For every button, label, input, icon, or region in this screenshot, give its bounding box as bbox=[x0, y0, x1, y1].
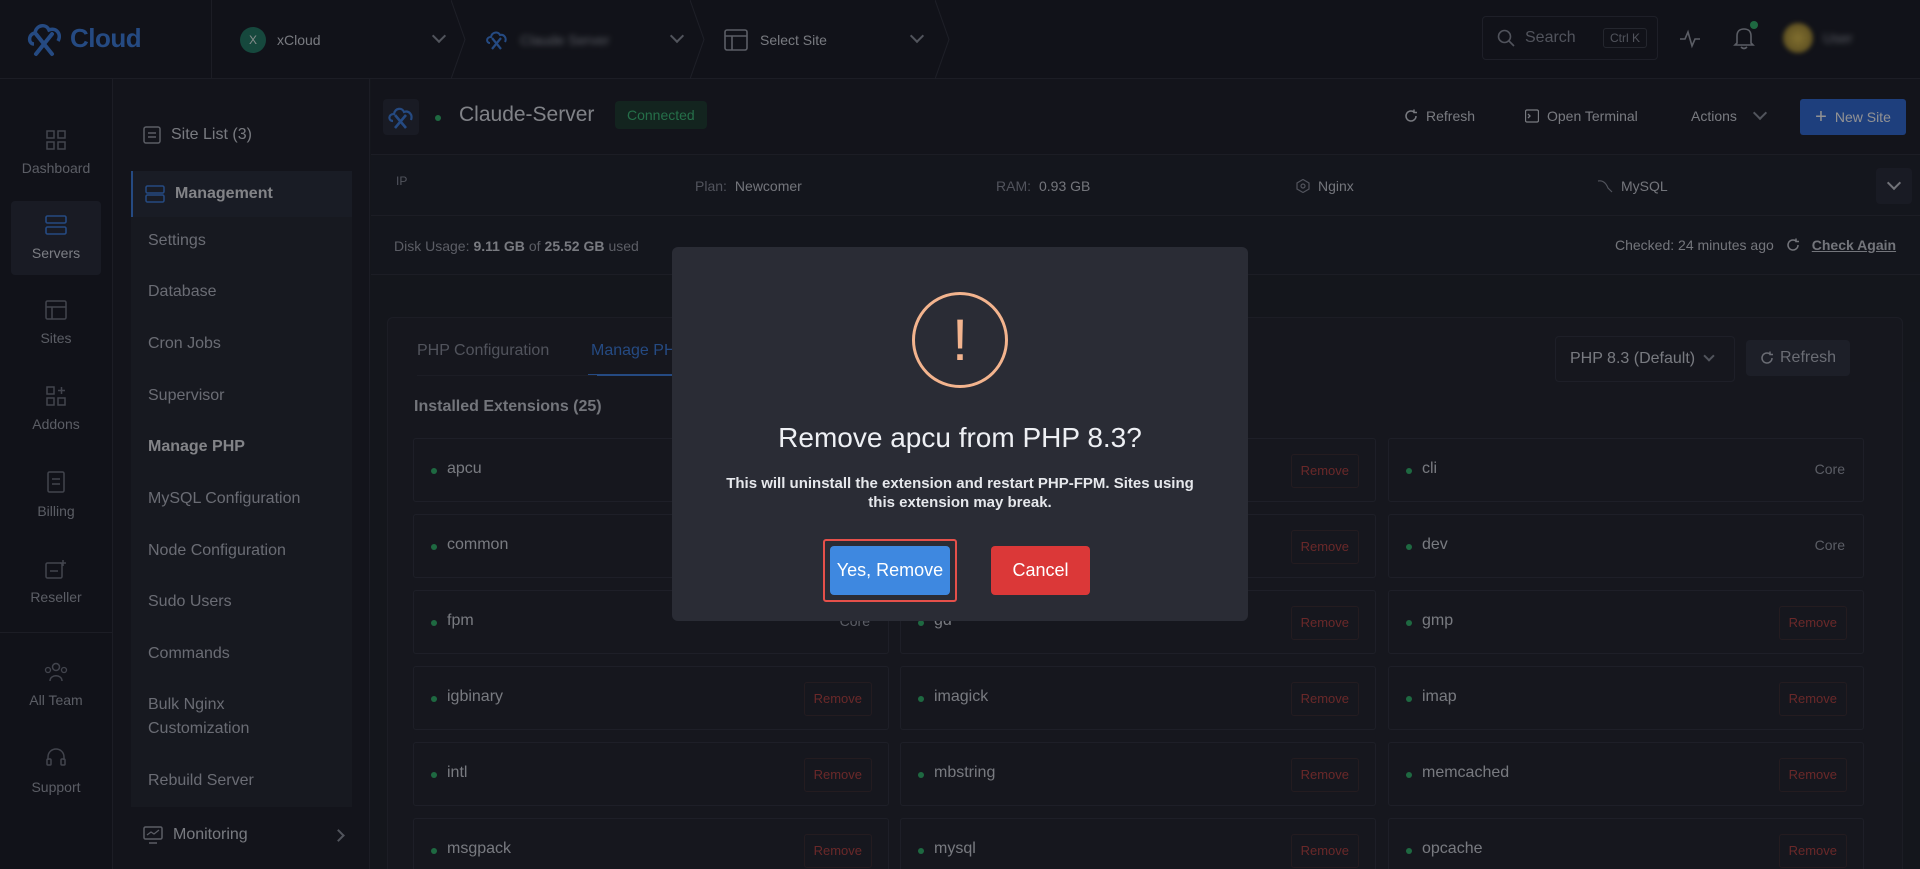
warning-icon: ! bbox=[912, 292, 1008, 388]
cancel-button[interactable]: Cancel bbox=[991, 546, 1090, 595]
dialog-title: Remove apcu from PHP 8.3? bbox=[778, 422, 1142, 453]
confirm-remove-dialog: ! Remove apcu from PHP 8.3? This will un… bbox=[672, 247, 1248, 621]
dialog-message: This will uninstall the extension and re… bbox=[726, 475, 1194, 511]
confirm-remove-button[interactable]: Yes, Remove bbox=[830, 546, 950, 595]
